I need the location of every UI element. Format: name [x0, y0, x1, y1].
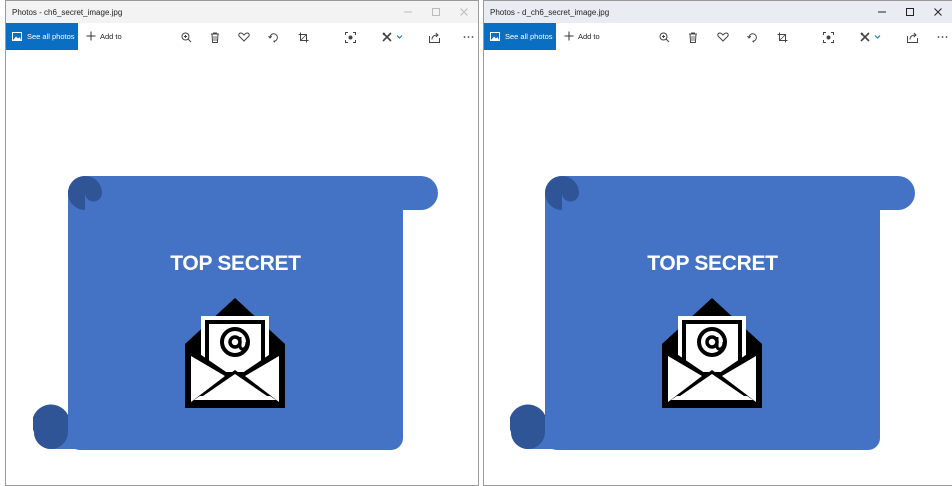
window-title: Photos - d_ch6_secret_image.jpg — [490, 7, 610, 17]
heart-icon[interactable] — [237, 30, 251, 44]
enhance-icon[interactable] — [343, 30, 357, 44]
toolbar: See all photos Add to — [6, 23, 478, 50]
photo-image: TOP SECRET — [510, 176, 915, 452]
zoom-icon[interactable] — [179, 30, 193, 44]
minimize-button[interactable] — [394, 1, 422, 23]
photo-viewer[interactable]: TOP SECRET — [6, 50, 478, 485]
more-icon[interactable] — [935, 30, 949, 44]
heart-icon[interactable] — [716, 30, 730, 44]
more-icon[interactable] — [461, 30, 475, 44]
photo-viewer[interactable]: TOP SECRET — [484, 50, 952, 485]
crop-icon[interactable] — [775, 30, 789, 44]
maximize-button[interactable] — [896, 1, 924, 23]
share-icon[interactable] — [427, 30, 441, 44]
zoom-icon[interactable] — [657, 30, 671, 44]
crop-icon[interactable] — [296, 30, 310, 44]
maximize-button[interactable] — [422, 1, 450, 23]
photos-window-left: Photos - ch6_secret_image.jpg See all ph… — [5, 0, 479, 486]
top-secret-text: TOP SECRET — [647, 252, 778, 275]
share-icon[interactable] — [905, 30, 919, 44]
toolbar: See all photos Add to — [484, 23, 952, 50]
email-envelope-icon — [181, 296, 289, 410]
photos-window-right: Photos - d_ch6_secret_image.jpg See all … — [483, 0, 952, 486]
minimize-button[interactable] — [868, 1, 896, 23]
window-title: Photos - ch6_secret_image.jpg — [12, 7, 123, 17]
delete-icon[interactable] — [208, 30, 222, 44]
enhance-icon[interactable] — [821, 30, 835, 44]
title-bar[interactable]: Photos - ch6_secret_image.jpg — [6, 1, 478, 23]
photo-image: TOP SECRET — [33, 176, 438, 452]
rotate-icon[interactable] — [266, 30, 280, 44]
top-secret-text: TOP SECRET — [170, 252, 301, 275]
edit-create-icon[interactable] — [382, 30, 406, 44]
rotate-icon[interactable] — [745, 30, 759, 44]
close-button[interactable] — [450, 1, 478, 23]
close-button[interactable] — [924, 1, 952, 23]
email-envelope-icon — [658, 296, 766, 410]
title-bar[interactable]: Photos - d_ch6_secret_image.jpg — [484, 1, 952, 23]
delete-icon[interactable] — [686, 30, 700, 44]
edit-create-icon[interactable] — [860, 30, 884, 44]
